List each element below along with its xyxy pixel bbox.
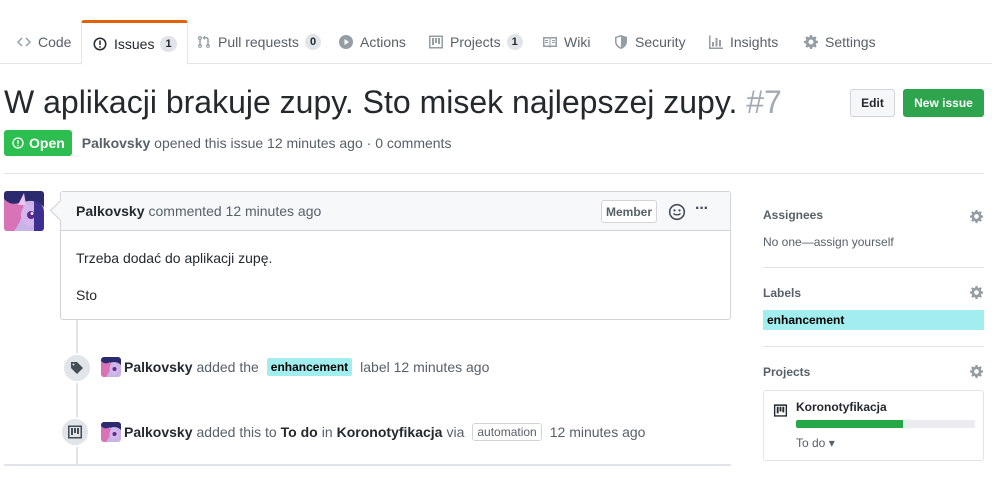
tag-icon xyxy=(71,362,83,374)
sidebar-divider xyxy=(763,267,984,268)
edit-button[interactable]: Edit xyxy=(850,89,895,117)
avatar-image xyxy=(101,422,121,442)
project-name-link[interactable]: Koronotyfikacja xyxy=(796,400,887,414)
projects-count-badge: 1 xyxy=(506,34,523,50)
play-icon xyxy=(339,35,353,49)
avatar-image xyxy=(4,191,44,231)
project-column-link[interactable]: To do xyxy=(281,424,318,440)
gear-icon[interactable] xyxy=(969,209,984,224)
tab-code-label: Code xyxy=(38,34,72,50)
project-progress-bar xyxy=(796,420,975,428)
tab-security[interactable]: Security xyxy=(603,20,696,64)
projects-heading[interactable]: Projects xyxy=(763,365,810,379)
project-column-dropdown[interactable]: To do ▾ xyxy=(796,436,835,450)
pull-request-icon xyxy=(198,35,210,49)
timeline-badge xyxy=(60,417,90,447)
sidebar-label-enhancement[interactable]: enhancement xyxy=(763,310,984,330)
repo-nav-tabs: Code Issues 1 Pull requests 0 Actions Pr… xyxy=(0,20,992,65)
event-text: via xyxy=(446,424,465,440)
assignees-value[interactable]: No one—assign yourself xyxy=(763,235,894,249)
comment-paragraph: Trzeba dodać do aplikacji zupę. xyxy=(76,250,273,266)
tab-wiki[interactable]: Wiki xyxy=(532,20,600,64)
tab-settings-label: Settings xyxy=(825,34,876,50)
tab-wiki-label: Wiki xyxy=(564,34,591,50)
member-badge: Member xyxy=(601,200,658,223)
shield-icon xyxy=(615,35,627,49)
issue-number: #7 xyxy=(746,84,782,120)
comment-header: Palkovsky commented 12 minutes ago Membe… xyxy=(61,192,730,231)
tab-actions[interactable]: Actions xyxy=(328,20,416,64)
automation-badge: automation xyxy=(472,423,542,441)
event-text: label 12 minutes ago xyxy=(360,359,490,375)
event-actor-link[interactable]: Palkovsky xyxy=(124,424,193,440)
tab-projects-label: Projects xyxy=(450,34,501,50)
issue-author-link[interactable]: Palkovsky xyxy=(82,135,151,151)
issue-title: W aplikacji brakuje zupy. Sto misek najl… xyxy=(4,84,782,121)
issue-title-text: W aplikacji brakuje zupy. Sto misek najl… xyxy=(4,84,738,120)
event-text: added the xyxy=(196,359,259,375)
timeline-project-event: Palkovsky added this to To do in Koronot… xyxy=(124,421,649,443)
project-card: Koronotyfikacja To do ▾ xyxy=(763,390,984,461)
sidebar-divider xyxy=(763,346,984,347)
code-icon xyxy=(17,37,31,47)
project-icon xyxy=(68,425,82,439)
timeline-badge xyxy=(62,353,92,383)
issue-meta: Open Palkovsky opened this issue 12 minu… xyxy=(4,130,451,156)
timeline-label-event: Palkovsky added the enhancement label 12… xyxy=(124,356,493,378)
tab-pull-requests-label: Pull requests xyxy=(218,34,299,50)
labels-heading[interactable]: Labels xyxy=(763,286,801,300)
project-link[interactable]: Koronotyfikacja xyxy=(337,424,443,440)
pull-requests-count-badge: 0 xyxy=(304,34,322,50)
avatar-image xyxy=(101,357,121,377)
avatar[interactable] xyxy=(4,191,44,231)
gear-icon[interactable] xyxy=(969,285,984,300)
comment-author-link[interactable]: Palkovsky xyxy=(76,203,145,219)
event-actor-link[interactable]: Palkovsky xyxy=(124,359,193,375)
tab-actions-label: Actions xyxy=(360,34,406,50)
tab-insights-label: Insights xyxy=(730,34,779,50)
timeline-bottom-divider xyxy=(4,464,731,466)
header-divider xyxy=(4,173,984,174)
project-progress-fill xyxy=(796,420,904,428)
tab-insights[interactable]: Insights xyxy=(698,20,788,64)
more-options-icon[interactable]: ··· xyxy=(695,200,713,220)
tab-projects[interactable]: Projects 1 xyxy=(418,20,533,64)
issues-count-badge: 1 xyxy=(160,35,177,52)
status-badge-label: Open xyxy=(29,135,65,151)
tab-issues-label: Issues xyxy=(114,35,155,52)
issue-meta-detail: opened this issue 12 minutes ago · 0 com… xyxy=(154,135,452,151)
tab-code[interactable]: Code xyxy=(6,20,81,64)
event-timestamp: 12 minutes ago xyxy=(549,424,646,440)
tab-security-label: Security xyxy=(635,34,686,50)
label-enhancement[interactable]: enhancement xyxy=(266,358,353,376)
event-text: in xyxy=(321,424,333,440)
status-badge: Open xyxy=(4,130,72,156)
tab-pull-requests[interactable]: Pull requests 0 xyxy=(186,20,331,64)
avatar[interactable] xyxy=(101,357,121,377)
project-icon xyxy=(773,403,788,418)
assignees-heading[interactable]: Assignees xyxy=(763,208,823,222)
gear-icon xyxy=(804,35,818,49)
issue-opened-icon xyxy=(12,137,24,149)
comment-box: Palkovsky commented 12 minutes ago Membe… xyxy=(60,191,731,320)
issue-icon xyxy=(93,37,107,50)
tab-settings[interactable]: Settings xyxy=(793,20,886,64)
comment-timestamp: commented 12 minutes ago xyxy=(148,203,322,219)
tab-issues[interactable]: Issues 1 xyxy=(81,20,188,65)
event-text: added this to xyxy=(196,424,277,440)
project-icon xyxy=(429,35,443,49)
issue-meta-text: Palkovsky opened this issue 12 minutes a… xyxy=(82,135,452,151)
new-issue-button[interactable]: New issue xyxy=(903,89,984,117)
comment-paragraph: Sto xyxy=(76,287,98,303)
book-icon xyxy=(543,37,557,48)
smiley-icon[interactable] xyxy=(668,203,686,221)
gear-icon[interactable] xyxy=(969,364,984,379)
avatar[interactable] xyxy=(101,422,121,442)
graph-icon xyxy=(709,35,723,49)
